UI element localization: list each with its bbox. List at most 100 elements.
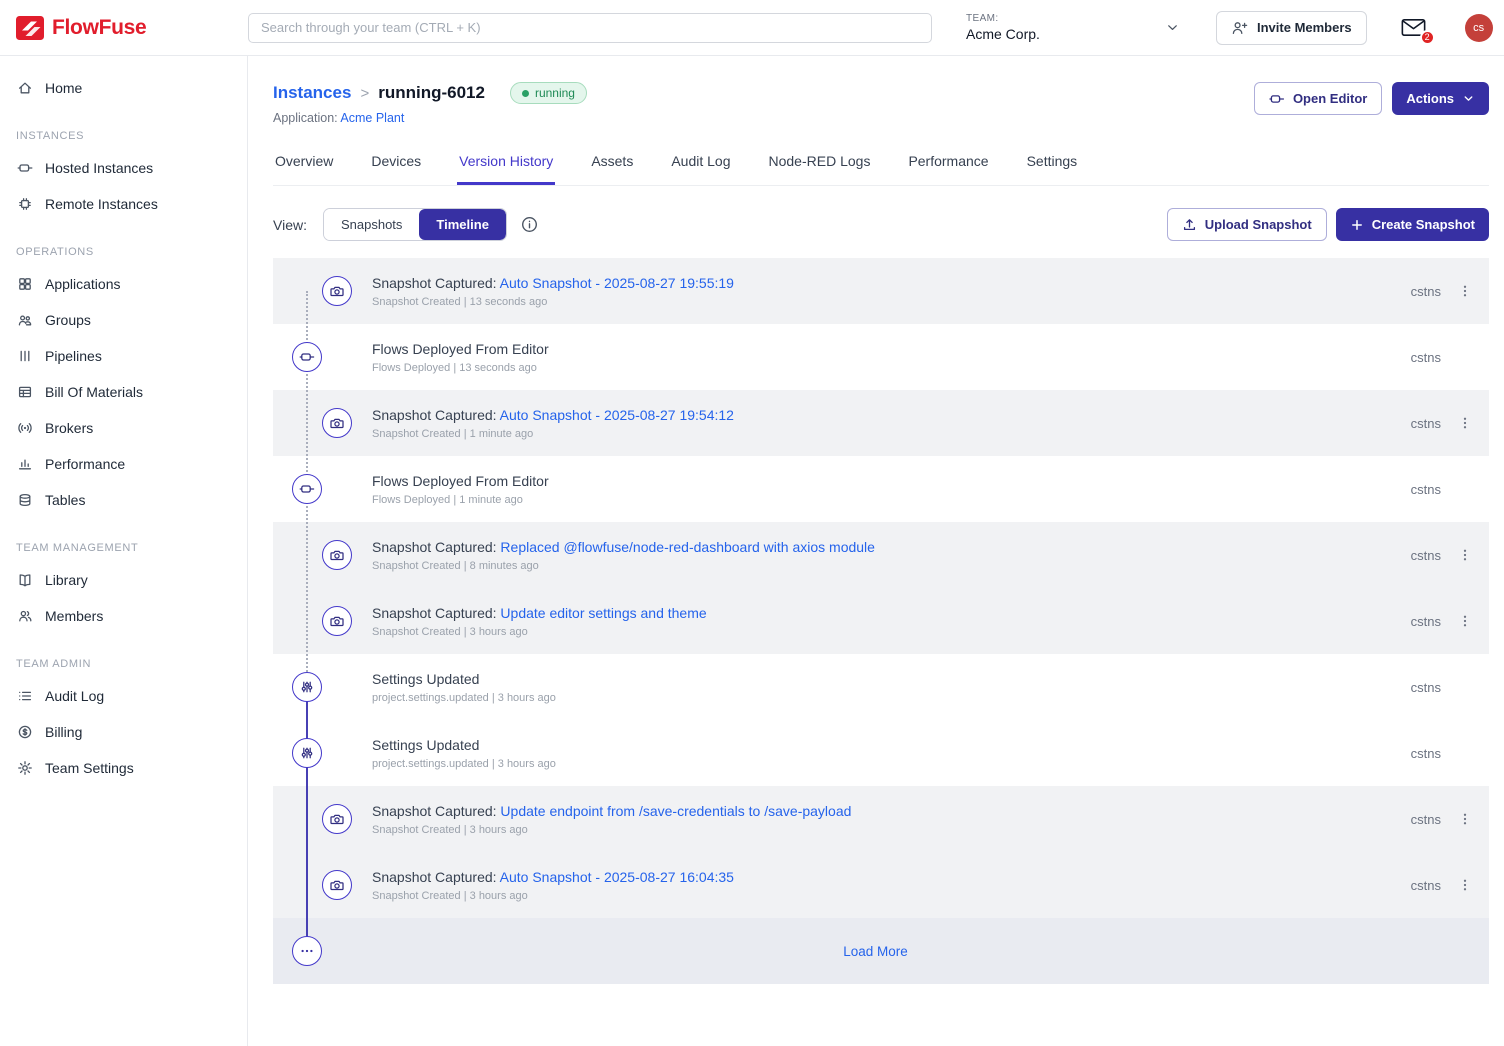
tab-overview[interactable]: Overview xyxy=(273,147,335,185)
pipelines-icon xyxy=(16,348,33,364)
kebab-menu-button[interactable] xyxy=(1441,613,1489,629)
sidebar-item-groups[interactable]: Groups xyxy=(0,302,247,338)
event-title-prefix: Snapshot Captured: xyxy=(372,605,500,621)
sidebar-item-audit-log[interactable]: Audit Log xyxy=(0,678,247,714)
event-user: cstns xyxy=(1379,680,1441,695)
load-more-link[interactable]: Load More xyxy=(843,944,908,959)
event-meta: project.settings.updated | 3 hours ago xyxy=(372,692,1379,704)
sidebar-item-label: Team Settings xyxy=(45,760,134,776)
notification-badge: 2 xyxy=(1420,30,1435,45)
book-icon xyxy=(16,572,33,588)
sidebar-item-bill-of-materials[interactable]: Bill Of Materials xyxy=(0,374,247,410)
kebab-menu-button[interactable] xyxy=(1441,547,1489,563)
view-toggle: Snapshots Timeline xyxy=(323,208,507,241)
sidebar-item-applications[interactable]: Applications xyxy=(0,266,247,302)
sidebar-item-team-settings[interactable]: Team Settings xyxy=(0,750,247,786)
users-icon xyxy=(16,608,33,624)
sidebar-item-home[interactable]: Home xyxy=(0,70,247,106)
sidebar-item-brokers[interactable]: Brokers xyxy=(0,410,247,446)
sidebar-item-remote-instances[interactable]: Remote Instances xyxy=(0,186,247,222)
team-name: Acme Corp. xyxy=(966,26,1040,42)
sidebar-item-tables[interactable]: Tables xyxy=(0,482,247,518)
camera-icon xyxy=(322,804,352,834)
sidebar-item-label: Hosted Instances xyxy=(45,160,153,176)
timeline-row: Snapshot Captured: Auto Snapshot - 2025-… xyxy=(273,258,1489,324)
notifications-button[interactable]: 2 xyxy=(1401,17,1427,39)
sidebar-item-pipelines[interactable]: Pipelines xyxy=(0,338,247,374)
snapshot-link[interactable]: Update editor settings and theme xyxy=(500,605,706,621)
timeline-row: Snapshot Captured: Auto Snapshot - 2025-… xyxy=(273,852,1489,918)
instance-node-icon xyxy=(16,160,33,176)
plus-icon xyxy=(1350,218,1364,232)
tab-node-red-logs[interactable]: Node-RED Logs xyxy=(767,147,873,185)
timeline-row: Settings Updated project.settings.update… xyxy=(273,720,1489,786)
table-icon xyxy=(16,384,33,400)
flowfuse-logo-icon xyxy=(16,16,44,40)
gear-icon xyxy=(16,760,33,776)
status-label: running xyxy=(535,86,575,100)
kebab-menu-button[interactable] xyxy=(1441,415,1489,431)
sidebar-item-performance[interactable]: Performance xyxy=(0,446,247,482)
event-meta: Snapshot Created | 3 hours ago xyxy=(372,890,1379,902)
user-avatar[interactable]: cs xyxy=(1465,14,1493,42)
tab-devices[interactable]: Devices xyxy=(369,147,423,185)
tab-performance[interactable]: Performance xyxy=(906,147,990,185)
snapshot-link[interactable]: Update endpoint from /save-credentials t… xyxy=(500,803,851,819)
tab-assets[interactable]: Assets xyxy=(589,147,635,185)
snapshot-link[interactable]: Auto Snapshot - 2025-08-27 19:55:19 xyxy=(500,275,734,291)
kebab-menu-button[interactable] xyxy=(1441,283,1489,299)
info-icon[interactable] xyxy=(521,216,538,233)
timeline-row: Settings Updated project.settings.update… xyxy=(273,654,1489,720)
kebab-menu-button[interactable] xyxy=(1441,811,1489,827)
camera-icon xyxy=(322,870,352,900)
team-label: TEAM: xyxy=(966,13,1040,24)
page-title: running-6012 xyxy=(378,83,485,103)
timeline-row: Snapshot Captured: Update editor setting… xyxy=(273,588,1489,654)
snapshots-toggle-button[interactable]: Snapshots xyxy=(324,209,419,240)
search-input[interactable] xyxy=(248,13,932,43)
tab-version-history[interactable]: Version History xyxy=(457,147,555,185)
sidebar-item-hosted-instances[interactable]: Hosted Instances xyxy=(0,150,247,186)
invite-members-button[interactable]: Invite Members xyxy=(1216,11,1367,45)
timeline-row: Flows Deployed From Editor Flows Deploye… xyxy=(273,324,1489,390)
actions-button[interactable]: Actions xyxy=(1392,82,1489,115)
sidebar-item-label: Brokers xyxy=(45,420,93,436)
sidebar-item-label: Billing xyxy=(45,724,82,740)
editor-node-icon xyxy=(1269,91,1285,107)
snapshot-link[interactable]: Auto Snapshot - 2025-08-27 19:54:12 xyxy=(500,407,734,423)
event-user: cstns xyxy=(1379,350,1441,365)
user-plus-icon xyxy=(1231,20,1249,36)
team-selector[interactable]: TEAM: Acme Corp. xyxy=(966,13,1180,42)
snapshot-link[interactable]: Auto Snapshot - 2025-08-27 16:04:35 xyxy=(500,869,734,885)
event-title-prefix: Snapshot Captured: xyxy=(372,539,500,555)
status-badge: running xyxy=(510,82,587,104)
application-link[interactable]: Acme Plant xyxy=(340,111,404,125)
camera-icon xyxy=(322,408,352,438)
sidebar-item-library[interactable]: Library xyxy=(0,562,247,598)
event-title-prefix: Snapshot Captured: xyxy=(372,275,500,291)
breadcrumb-instances-link[interactable]: Instances xyxy=(273,83,351,103)
sidebar-item-label: Performance xyxy=(45,456,125,472)
flowfuse-logo[interactable]: FlowFuse xyxy=(0,16,248,40)
create-snapshot-button[interactable]: Create Snapshot xyxy=(1336,208,1489,241)
sliders-icon xyxy=(292,672,322,702)
sidebar-section-operations: OPERATIONS xyxy=(0,246,247,258)
timeline-toggle-button[interactable]: Timeline xyxy=(419,209,506,240)
sidebar-item-label: Applications xyxy=(45,276,121,292)
upload-snapshot-button[interactable]: Upload Snapshot xyxy=(1167,208,1327,241)
event-meta: Snapshot Created | 8 minutes ago xyxy=(372,560,1379,572)
kebab-menu-button[interactable] xyxy=(1441,877,1489,893)
tab-audit-log[interactable]: Audit Log xyxy=(669,147,732,185)
status-dot-icon xyxy=(522,90,529,97)
sidebar-item-billing[interactable]: Billing xyxy=(0,714,247,750)
snapshot-link[interactable]: Replaced @flowfuse/node-red-dashboard wi… xyxy=(500,539,875,555)
sidebar-item-members[interactable]: Members xyxy=(0,598,247,634)
event-meta: project.settings.updated | 3 hours ago xyxy=(372,758,1379,770)
event-meta: Snapshot Created | 3 hours ago xyxy=(372,626,1379,638)
tab-settings[interactable]: Settings xyxy=(1025,147,1080,185)
event-title: Flows Deployed From Editor xyxy=(372,473,549,489)
timeline-connector-solid xyxy=(306,687,308,951)
open-editor-button[interactable]: Open Editor xyxy=(1254,82,1382,115)
upload-icon xyxy=(1182,217,1197,232)
event-user: cstns xyxy=(1379,416,1441,431)
